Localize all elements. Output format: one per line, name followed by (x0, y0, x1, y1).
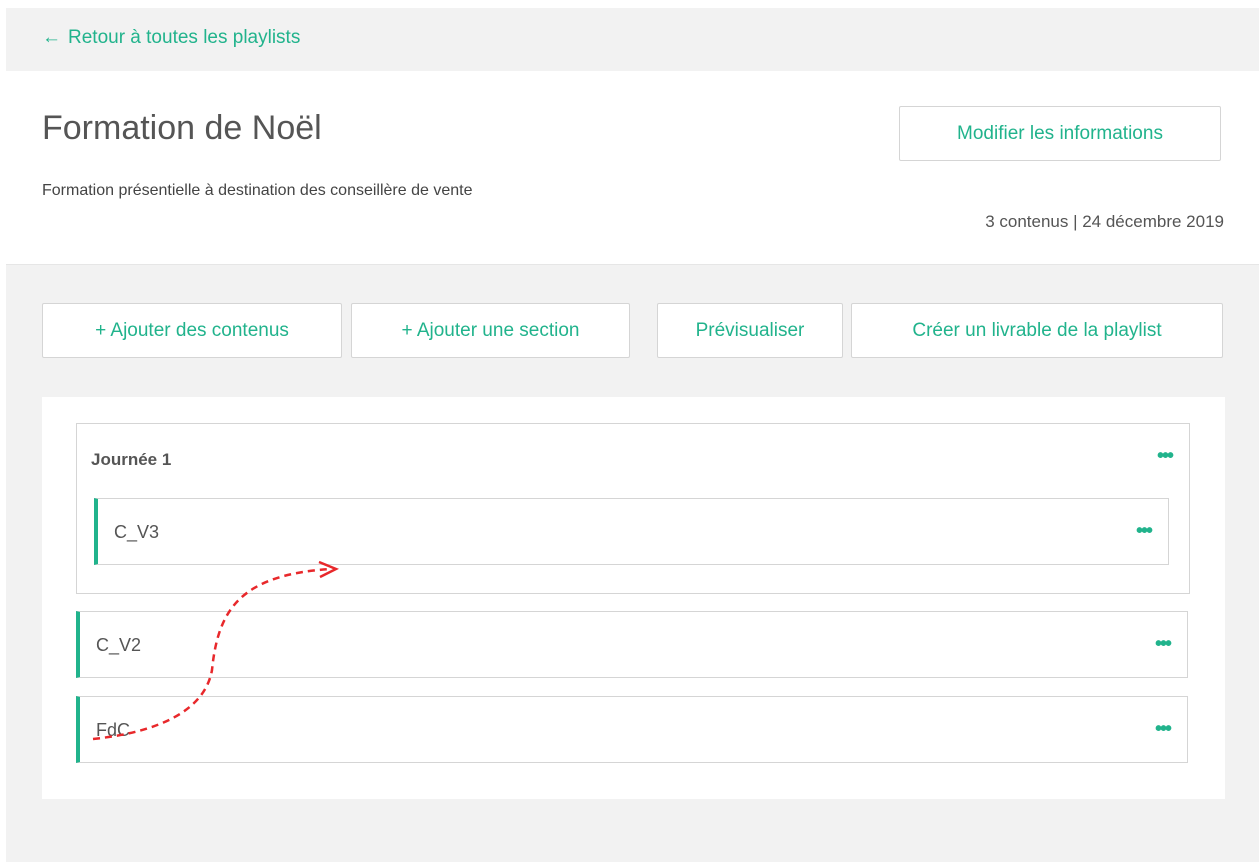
playlist-meta: 3 contenus | 24 décembre 2019 (985, 212, 1224, 231)
more-dots-icon[interactable]: ••• (1155, 634, 1172, 654)
add-contents-button[interactable]: + Ajouter des contenus (42, 303, 342, 358)
playlist-description: Formation présentielle à destination des… (42, 182, 473, 199)
section-journee-1[interactable]: Journée 1 ••• C_V3 ••• (76, 423, 1190, 594)
playlist-header: Formation de Noël Formation présentielle… (6, 71, 1259, 265)
edit-info-button[interactable]: Modifier les informations (899, 106, 1221, 161)
list-item[interactable]: C_V3 ••• (94, 498, 1169, 565)
more-dots-icon[interactable]: ••• (1155, 719, 1172, 739)
page-title: Formation de Noël (42, 109, 322, 147)
back-link-label: Retour à toutes les playlists (68, 27, 301, 48)
back-to-playlists-link[interactable]: ← Retour à toutes les playlists (42, 27, 300, 49)
playlist-content-panel: Journée 1 ••• C_V3 ••• C_V2 ••• FdC ••• (42, 397, 1225, 799)
item-label: C_V2 (96, 635, 142, 655)
item-label: FdC (96, 720, 131, 740)
more-dots-icon[interactable]: ••• (1136, 521, 1153, 541)
preview-button[interactable]: Prévisualiser (657, 303, 843, 358)
more-dots-icon[interactable]: ••• (1157, 446, 1174, 466)
arrow-left-icon: ← (42, 27, 61, 48)
add-section-button[interactable]: + Ajouter une section (351, 303, 630, 358)
section-title: Journée 1 (91, 450, 172, 469)
item-label: C_V3 (114, 522, 160, 542)
top-bar: ← Retour à toutes les playlists (6, 8, 1259, 71)
list-item[interactable]: C_V2 ••• (76, 611, 1188, 678)
create-deliverable-button[interactable]: Créer un livrable de la playlist (851, 303, 1223, 358)
page-container: ← Retour à toutes les playlists Formatio… (6, 8, 1259, 862)
list-item[interactable]: FdC ••• (76, 696, 1188, 763)
